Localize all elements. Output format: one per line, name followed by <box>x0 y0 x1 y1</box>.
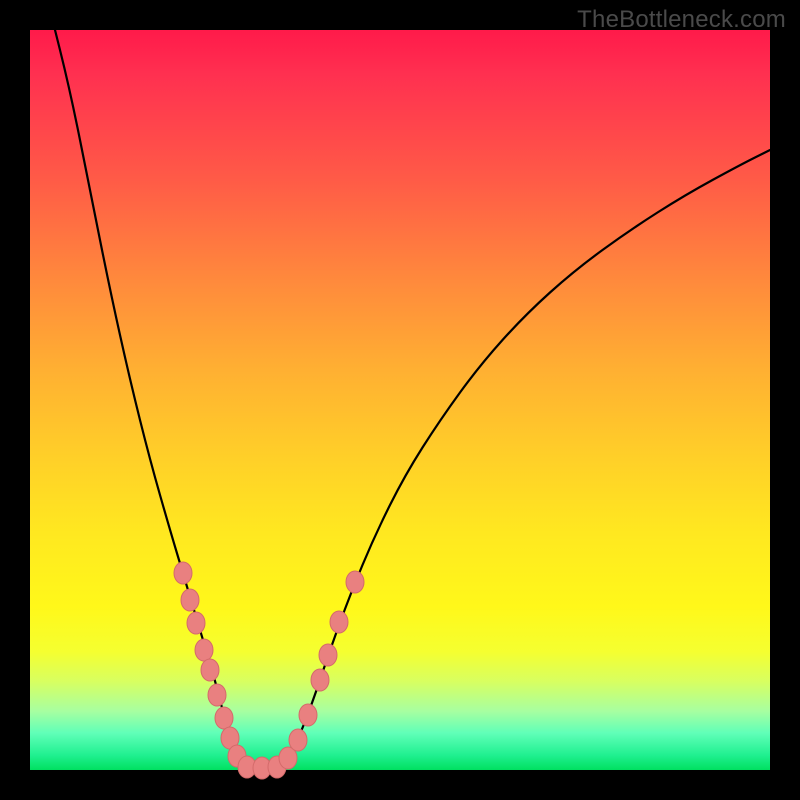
watermark-text: TheBottleneck.com <box>577 6 786 34</box>
highlight-marker <box>289 729 307 751</box>
plot-area <box>30 30 770 770</box>
highlight-markers <box>174 562 364 779</box>
highlight-marker <box>215 707 233 729</box>
highlight-marker <box>299 704 317 726</box>
chart-svg <box>30 30 770 770</box>
highlight-marker <box>330 611 348 633</box>
highlight-marker <box>319 644 337 666</box>
highlight-marker <box>346 571 364 593</box>
highlight-marker <box>195 639 213 661</box>
highlight-marker <box>201 659 219 681</box>
chart-frame: TheBottleneck.com <box>0 0 800 800</box>
highlight-marker <box>187 612 205 634</box>
highlight-marker <box>208 684 226 706</box>
highlight-marker <box>311 669 329 691</box>
highlight-marker <box>174 562 192 584</box>
highlight-marker <box>181 589 199 611</box>
bottleneck-curve <box>50 10 770 768</box>
